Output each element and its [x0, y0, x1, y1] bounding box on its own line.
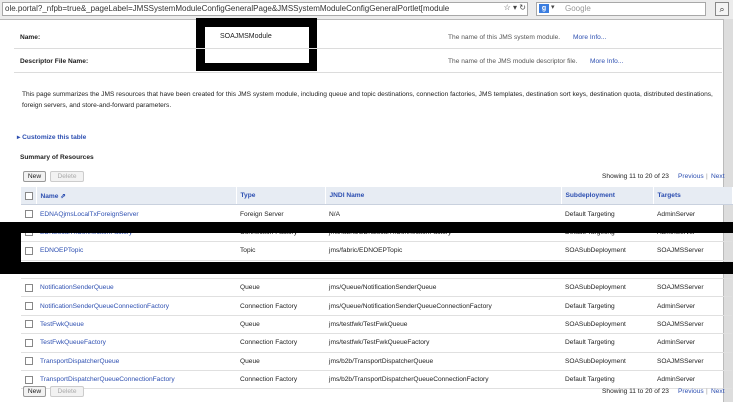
row-checkbox[interactable]: [21, 333, 36, 353]
descriptor-help: The name of the JMS module descriptor fi…: [448, 58, 578, 65]
row-jndi: N/A: [325, 204, 561, 224]
table-row: TestFwkQueue Queue jms/testfwk/TestFwkQueu…: [21, 315, 732, 335]
row-name[interactable]: TransportDispatcherQueue: [36, 352, 236, 371]
row-type: Queue: [236, 278, 325, 298]
row-jndi: jms/Queue/NotificationSenderQueueConnect…: [325, 296, 561, 316]
resources-table: Name ⇗ Type JNDI Name Subdeployment Targ…: [21, 187, 733, 390]
row-jndi: jms/fabric/EDNOEPTopic: [325, 241, 561, 261]
column-name[interactable]: Name ⇗: [36, 187, 237, 206]
row-subdeployment: Default Targeting: [561, 333, 653, 353]
row-subdeployment: SOASubDeployment: [561, 352, 653, 371]
row-targets: AdminServer: [653, 370, 732, 390]
row-jndi: jms/b2b/TransportDispatcherQueueConnecti…: [325, 370, 561, 390]
bookmark-icon[interactable]: ☆ ▾ ↻: [504, 3, 526, 12]
name-label: Name:: [20, 34, 41, 41]
row-name[interactable]: EDNAQjmsLocalTxForeignServer: [36, 204, 236, 224]
divider: [14, 48, 722, 49]
row-type: Topic: [236, 241, 325, 261]
select-all-checkbox[interactable]: [21, 187, 37, 206]
column-subdeployment[interactable]: Subdeployment: [561, 187, 654, 206]
row-subdeployment: SOASubDeployment: [561, 315, 653, 335]
row-checkbox[interactable]: [21, 204, 36, 224]
row-type: Connection Factory: [236, 333, 325, 353]
row-type: Queue: [236, 352, 325, 371]
row-subdeployment: SOASubDeployment: [561, 241, 653, 261]
row-type: Connection Factory: [236, 296, 325, 316]
page-description: This page summarizes the JMS resources t…: [22, 91, 713, 109]
chevron-down-icon[interactable]: ▾: [551, 3, 555, 11]
row-jndi: jms/Queue/NotificationSenderQueue: [325, 278, 561, 298]
previous-link[interactable]: Previous: [678, 173, 704, 180]
table-row: EDNAQjmsLocalTxForeignServer Foreign Serv…: [21, 204, 732, 224]
row-checkbox[interactable]: [21, 352, 36, 371]
row-checkbox[interactable]: [21, 241, 36, 261]
row-jndi: jms/b2b/TransportDispatcherQueue: [325, 352, 561, 371]
row-name[interactable]: EDNOEPTopic: [36, 241, 236, 261]
previous-link-bottom[interactable]: Previous: [678, 388, 704, 395]
divider: [14, 72, 722, 73]
summary-title: Summary of Resources: [20, 154, 94, 161]
row-targets: SOAJMSServer: [653, 352, 732, 371]
sort-icon: ⇗: [60, 192, 66, 200]
magnifier-icon[interactable]: ⌕: [715, 2, 729, 16]
pagination-status-bottom: Showing 11 to 20 of 23: [602, 388, 669, 395]
column-targets[interactable]: Targets: [653, 187, 733, 206]
search-engine-icon[interactable]: g: [539, 4, 549, 13]
table-row: TransportDispatcherQueueConnectionFactor…: [21, 370, 732, 390]
row-targets: SOAJMSServer: [653, 241, 732, 261]
customize-table-link[interactable]: ▸ Customize this table: [17, 133, 86, 141]
row-name[interactable]: NotificationSenderQueueConnectionFactory: [36, 296, 236, 316]
row-subdeployment: Default Targeting: [561, 204, 653, 224]
row-subdeployment: Default Targeting: [561, 296, 653, 316]
row-checkbox[interactable]: [21, 296, 36, 316]
table-row: TestFwkQueueFactory Connection Factory jms…: [21, 333, 732, 353]
delete-button[interactable]: Delete: [50, 171, 84, 182]
column-jndi-name[interactable]: JNDI Name: [325, 187, 562, 206]
row-targets: AdminServer: [653, 204, 732, 224]
row-name[interactable]: NotificationSenderQueue: [36, 278, 236, 298]
name-value: SOAJMSModule: [220, 33, 272, 40]
delete-button-bottom[interactable]: Delete: [50, 386, 84, 397]
redaction-bar: [0, 262, 733, 274]
row-jndi: jms/testfwk/TestFwkQueue: [325, 315, 561, 335]
new-button[interactable]: New: [23, 171, 46, 182]
descriptor-label: Descriptor File Name:: [20, 58, 89, 65]
row-subdeployment: SOASubDeployment: [561, 278, 653, 298]
descriptor-more-info-link[interactable]: More Info...: [590, 58, 623, 65]
column-type[interactable]: Type: [236, 187, 326, 206]
row-checkbox[interactable]: [21, 315, 36, 335]
table-row: EDNOEPTopic Topic jms/fabric/EDNOEPTopic SO…: [21, 241, 732, 261]
table-row: NotificationSenderQueueConnectionFactory…: [21, 296, 732, 316]
search-input[interactable]: Google: [536, 2, 706, 16]
row-name[interactable]: TestFwkQueueFactory: [36, 333, 236, 353]
next-link[interactable]: Next: [711, 173, 725, 180]
new-button-bottom[interactable]: New: [23, 386, 46, 397]
pagination-status: Showing 11 to 20 of 23: [602, 173, 669, 180]
redaction-bar: [0, 222, 733, 233]
row-type: Connection Factory: [236, 370, 325, 390]
name-more-info-link[interactable]: More Info...: [573, 34, 606, 41]
row-type: Foreign Server: [236, 204, 325, 224]
table-row: NotificationSenderQueue Queue jms/Queue/No…: [21, 278, 732, 298]
row-checkbox[interactable]: [21, 278, 36, 298]
row-targets: AdminServer: [653, 333, 732, 353]
name-help: The name of this JMS system module.: [448, 34, 561, 41]
next-link-bottom[interactable]: Next: [711, 388, 725, 395]
row-type: Queue: [236, 315, 325, 335]
address-bar[interactable]: ole.portal?_nfpb=true&_pageLabel=JMSSyst…: [2, 2, 528, 16]
row-targets: SOAJMSServer: [653, 315, 732, 335]
row-jndi: jms/testfwk/TestFwkQueueFactory: [325, 333, 561, 353]
table-header: Name ⇗ Type JNDI Name Subdeployment Targ…: [21, 187, 733, 206]
row-targets: SOAJMSServer: [653, 278, 732, 298]
row-targets: AdminServer: [653, 296, 732, 316]
row-subdeployment: Default Targeting: [561, 370, 653, 390]
row-name[interactable]: TestFwkQueue: [36, 315, 236, 335]
table-row: TransportDispatcherQueue Queue jms/b2b/Tra…: [21, 352, 732, 371]
